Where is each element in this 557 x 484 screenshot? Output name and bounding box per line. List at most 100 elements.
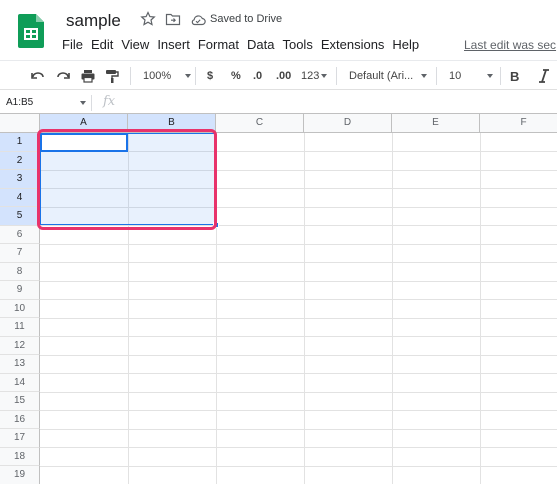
row-header[interactable]: 1 xyxy=(0,133,40,152)
undo-icon xyxy=(31,72,44,79)
font-family-value: Default (Ari... xyxy=(349,70,414,82)
gridline xyxy=(304,133,305,484)
gridline xyxy=(40,373,557,374)
gridline xyxy=(40,410,557,411)
gridline xyxy=(40,447,557,448)
column-header-e[interactable]: E xyxy=(392,114,480,133)
gridline xyxy=(40,317,557,319)
decrease-decimals-label: .0 xyxy=(253,70,263,82)
spreadsheet-grid: A B C D E F 1 2 3 4 5 6 7 8 9 10 11 12 1… xyxy=(0,114,557,484)
chevron-down-icon[interactable] xyxy=(80,101,86,105)
menu-help[interactable]: Help xyxy=(392,37,419,52)
cloud-saved-icon xyxy=(191,15,206,26)
font-family-select[interactable]: Default (Ari... xyxy=(349,67,428,85)
toolbar-divider xyxy=(500,67,501,85)
paint-format-icon xyxy=(106,70,119,83)
chevron-down-icon xyxy=(421,74,428,78)
gridline xyxy=(40,262,557,263)
italic-icon xyxy=(539,69,549,83)
gridline xyxy=(40,391,557,393)
font-size-value: 10 xyxy=(449,70,462,82)
column-header-d[interactable]: D xyxy=(304,114,392,133)
more-formats-button[interactable]: 123 xyxy=(301,67,328,85)
redo-button[interactable] xyxy=(55,67,71,85)
row-header[interactable]: 4 xyxy=(0,188,40,207)
selection-highlight-annotation xyxy=(37,129,217,230)
gridline xyxy=(480,133,481,484)
move-folder-icon[interactable] xyxy=(165,11,181,27)
gridline xyxy=(40,354,557,356)
undo-button[interactable] xyxy=(30,67,46,85)
sheets-logo-icon[interactable] xyxy=(18,14,44,48)
row-header[interactable]: 12 xyxy=(0,336,40,355)
column-header-f[interactable]: F xyxy=(480,114,557,133)
save-status: Saved to Drive xyxy=(210,13,283,25)
gridline xyxy=(40,465,557,467)
gridline xyxy=(392,133,393,484)
toolbar-divider xyxy=(436,67,437,85)
name-box[interactable]: A1:B5 xyxy=(6,97,33,108)
increase-decimals-label: .00 xyxy=(276,70,292,82)
font-size-select[interactable]: 10 xyxy=(449,67,494,85)
formula-divider xyxy=(91,95,92,111)
last-edit-link[interactable]: Last edit was sec xyxy=(464,38,556,52)
redo-icon xyxy=(57,72,70,79)
row-header[interactable]: 5 xyxy=(0,207,40,226)
paint-format-button[interactable] xyxy=(104,67,120,85)
menu-edit[interactable]: Edit xyxy=(91,37,113,52)
menu-file[interactable]: File xyxy=(62,37,83,52)
row-header[interactable]: 2 xyxy=(0,151,40,170)
row-header[interactable]: 15 xyxy=(0,392,40,411)
row-header[interactable]: 10 xyxy=(0,299,40,318)
row-header[interactable]: 8 xyxy=(0,262,40,281)
select-all-corner[interactable] xyxy=(0,114,40,133)
toolbar-divider xyxy=(195,67,196,85)
increase-decimals-button[interactable]: .00 xyxy=(276,67,291,85)
row-header[interactable]: 9 xyxy=(0,281,40,300)
star-icon[interactable] xyxy=(140,11,156,27)
row-header[interactable]: 14 xyxy=(0,373,40,392)
row-header[interactable]: 6 xyxy=(0,225,40,244)
currency-format-button[interactable]: $ xyxy=(207,67,213,85)
gridline xyxy=(40,336,557,337)
document-title[interactable]: sample xyxy=(66,11,121,31)
toolbar-divider xyxy=(130,67,131,85)
menu-extensions[interactable]: Extensions xyxy=(321,37,385,52)
row-header[interactable]: 18 xyxy=(0,447,40,466)
gridline xyxy=(40,280,557,282)
menu-insert[interactable]: Insert xyxy=(157,37,190,52)
toolbar-divider xyxy=(336,67,337,85)
row-header[interactable]: 13 xyxy=(0,355,40,374)
toolbar: 100% $ % .0 .00 123 Default (Ari... 10 B xyxy=(0,60,557,90)
more-formats-label: 123 xyxy=(301,70,320,82)
print-button[interactable] xyxy=(80,67,96,85)
print-icon xyxy=(81,70,95,83)
menu-format[interactable]: Format xyxy=(198,37,239,52)
chevron-down-icon xyxy=(185,74,192,78)
row-header[interactable]: 19 xyxy=(0,466,40,484)
row-header[interactable]: 16 xyxy=(0,410,40,429)
row-header[interactable]: 7 xyxy=(0,244,40,263)
fx-icon: fx xyxy=(103,94,116,109)
menu-bar: File Edit View Insert Format Data Tools Extensi… xyxy=(62,37,427,53)
percent-format-button[interactable]: % xyxy=(231,67,241,85)
menu-view[interactable]: View xyxy=(121,37,149,52)
row-header[interactable]: 17 xyxy=(0,429,40,448)
decrease-decimals-button[interactable]: .0 xyxy=(253,67,262,85)
formula-bar: A1:B5 fx xyxy=(0,92,557,114)
italic-button[interactable] xyxy=(538,67,550,85)
column-header-c[interactable]: C xyxy=(216,114,304,133)
zoom-value: 100% xyxy=(143,70,172,82)
gridline xyxy=(40,428,557,430)
gridline xyxy=(40,243,557,245)
row-header[interactable]: 11 xyxy=(0,318,40,337)
chevron-down-icon xyxy=(321,74,328,78)
bold-button[interactable]: B xyxy=(510,67,519,85)
row-header[interactable]: 3 xyxy=(0,170,40,189)
zoom-select[interactable]: 100% xyxy=(143,67,192,85)
menu-tools[interactable]: Tools xyxy=(282,37,312,52)
menu-data[interactable]: Data xyxy=(247,37,274,52)
doc-header: sample Saved to Drive File Edit View Insert… xyxy=(0,0,557,58)
gridline xyxy=(40,299,557,300)
chevron-down-icon xyxy=(487,74,494,78)
